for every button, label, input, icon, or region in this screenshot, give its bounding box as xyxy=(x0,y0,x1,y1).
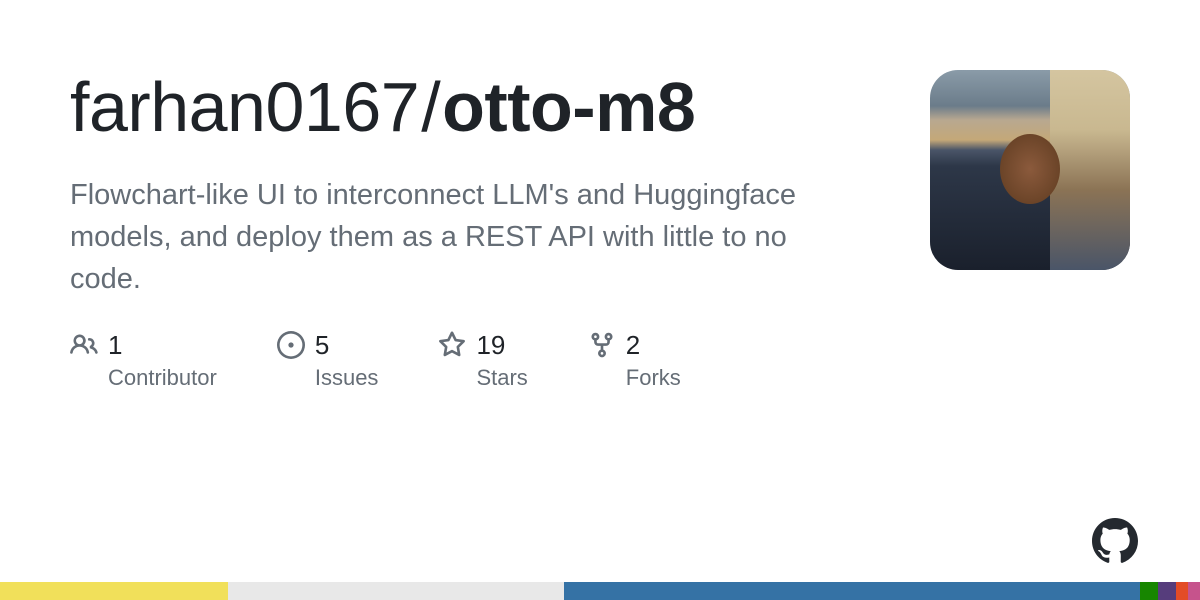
avatar[interactable] xyxy=(930,70,1130,270)
star-icon xyxy=(438,331,466,359)
forks-value: 2 xyxy=(626,330,640,361)
language-segment xyxy=(1188,582,1200,600)
language-segment xyxy=(564,582,1140,600)
language-segment xyxy=(1176,582,1188,600)
language-segment xyxy=(0,582,228,600)
language-segment xyxy=(228,582,564,600)
people-icon xyxy=(70,331,98,359)
title-slash: / xyxy=(421,68,440,146)
contributors-stat[interactable]: 1 Contributor xyxy=(70,330,217,391)
language-segment xyxy=(1140,582,1158,600)
contributors-value: 1 xyxy=(108,330,122,361)
issues-stat[interactable]: 5 Issues xyxy=(277,330,379,391)
issues-label: Issues xyxy=(315,365,379,391)
repo-title: farhan0167/otto-m8 xyxy=(70,70,770,146)
stars-label: Stars xyxy=(476,365,527,391)
contributors-label: Contributor xyxy=(108,365,217,391)
stars-value: 19 xyxy=(476,330,505,361)
language-bar xyxy=(0,582,1200,600)
stats-row: 1 Contributor 5 Issues 19 Stars xyxy=(70,330,890,391)
repo-description: Flowchart-like UI to interconnect LLM's … xyxy=(70,174,820,300)
issues-value: 5 xyxy=(315,330,329,361)
forks-label: Forks xyxy=(626,365,681,391)
forks-stat[interactable]: 2 Forks xyxy=(588,330,681,391)
issue-icon xyxy=(277,331,305,359)
stars-stat[interactable]: 19 Stars xyxy=(438,330,527,391)
fork-icon xyxy=(588,331,616,359)
github-logo-icon[interactable] xyxy=(1092,518,1138,564)
repo-owner[interactable]: farhan0167 xyxy=(70,68,419,146)
language-segment xyxy=(1158,582,1176,600)
repo-name[interactable]: otto-m8 xyxy=(442,68,695,146)
